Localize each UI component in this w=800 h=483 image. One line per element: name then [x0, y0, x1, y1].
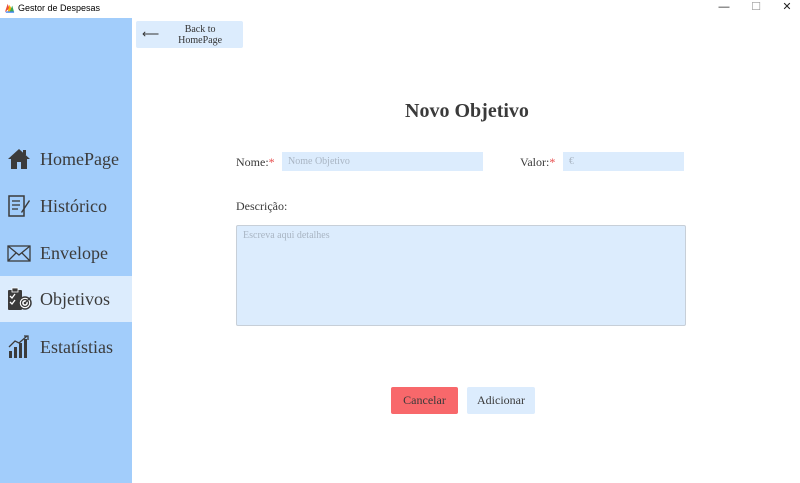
name-label: Nome:* — [236, 155, 275, 169]
back-button-label: Back to HomePage — [178, 23, 223, 46]
stats-icon — [6, 334, 32, 360]
window-titlebar: Gestor de Despesas — ☐ ✕ — [0, 0, 800, 17]
description-textarea[interactable] — [236, 225, 686, 326]
sidebar-item-label: Objetivos — [40, 288, 110, 309]
value-input[interactable] — [563, 152, 684, 171]
sidebar: HomePage Histórico Envelope Objetivos Es… — [0, 18, 132, 483]
envelope-icon — [6, 240, 32, 266]
sidebar-item-label: Histórico — [40, 195, 107, 216]
required-mark: * — [268, 155, 275, 169]
value-label: Valor:* — [520, 155, 556, 169]
sidebar-item-label: Estatístias — [40, 336, 113, 357]
arrow-left-icon: ⟵ — [142, 27, 160, 41]
app-logo-icon — [4, 3, 15, 13]
page-title: Novo Objetivo — [405, 100, 529, 122]
sidebar-item-objetivos[interactable]: Objetivos — [0, 276, 132, 322]
history-icon — [6, 193, 32, 219]
objectives-icon — [6, 286, 32, 312]
home-icon — [6, 146, 32, 172]
window-title: Gestor de Despesas — [18, 3, 101, 13]
minimize-button[interactable]: — — [709, 0, 739, 17]
required-mark: * — [549, 155, 556, 169]
sidebar-item-homepage[interactable]: HomePage — [0, 136, 132, 182]
add-button[interactable]: Adicionar — [467, 387, 535, 414]
close-button[interactable]: ✕ — [772, 0, 800, 17]
sidebar-item-envelope[interactable]: Envelope — [0, 230, 132, 276]
sidebar-item-historico[interactable]: Histórico — [0, 183, 132, 229]
sidebar-item-label: HomePage — [40, 148, 119, 169]
name-input[interactable] — [282, 152, 483, 171]
description-label: Descrição: — [236, 199, 288, 213]
sidebar-item-label: Envelope — [40, 242, 108, 263]
maximize-button[interactable]: ☐ — [741, 0, 771, 17]
cancel-button[interactable]: Cancelar — [391, 387, 458, 414]
back-to-homepage-button[interactable]: ⟵ Back to HomePage — [136, 21, 243, 48]
sidebar-item-estatisticas[interactable]: Estatístias — [0, 324, 132, 370]
